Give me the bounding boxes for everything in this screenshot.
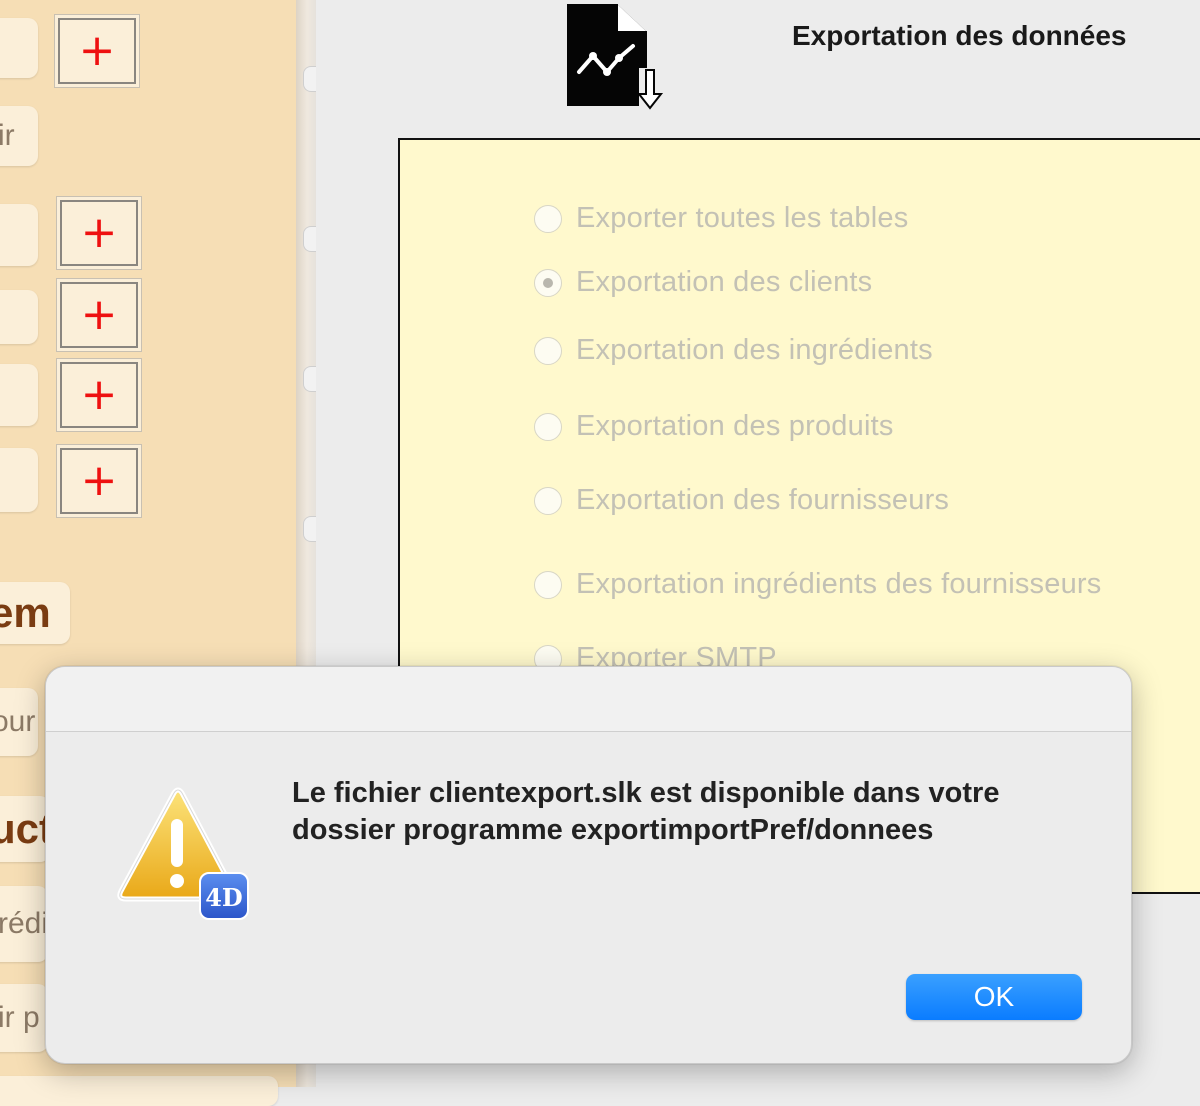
radio-option-clients[interactable]: Exportation des clients (534, 266, 872, 299)
radio-option-supplier-ingredients[interactable]: Exportation ingrédients des fournisseurs (534, 568, 1101, 601)
radio-label: Exportation des fournisseurs (576, 484, 950, 516)
dialog-titlebar (46, 667, 1131, 732)
radio-button[interactable] (534, 486, 562, 515)
add-button[interactable]: + (56, 278, 142, 352)
ok-button[interactable]: OK (906, 974, 1082, 1020)
sidebar-pill[interactable]: ir p (0, 984, 48, 1052)
radio-button[interactable] (534, 204, 562, 233)
warning-4d-icon: 4D (117, 787, 249, 920)
sidebar-pill[interactable]: rédi (0, 886, 48, 962)
radio-label: Exportation ingrédients des fournisseurs (576, 568, 1102, 600)
radio-option-ingredients[interactable]: Exportation des ingrédients (534, 334, 933, 367)
sidebar-pill[interactable] (0, 204, 38, 266)
add-button[interactable]: + (54, 14, 140, 88)
radio-option-all-tables[interactable]: Exporter toutes les tables (534, 202, 908, 235)
sidebar-pill[interactable] (0, 18, 38, 78)
radio-label: Exportation des ingrédients (576, 334, 933, 366)
badge-text: 4D (205, 883, 243, 912)
plus-icon: + (80, 207, 118, 258)
radio-button-selected[interactable] (534, 268, 562, 297)
radio-label: Exporter toutes les tables (576, 202, 909, 234)
plus-icon: + (80, 369, 118, 420)
radio-label: Exportation des clients (576, 266, 873, 298)
dialog-message: Le fichier clientexport.slk est disponib… (292, 775, 1092, 849)
radio-option-suppliers[interactable]: Exportation des fournisseurs (534, 484, 949, 517)
sidebar-pill[interactable]: ir (0, 106, 38, 166)
sidebar-pill[interactable] (0, 290, 38, 344)
sidebar-pill[interactable] (0, 1076, 278, 1106)
radio-button[interactable] (534, 336, 562, 365)
add-button[interactable]: + (56, 444, 142, 518)
radio-label: Exportation des produits (576, 410, 894, 442)
sidebar-pill[interactable] (0, 364, 38, 426)
sidebar-pill[interactable]: our (0, 688, 38, 756)
sidebar-section-button[interactable]: uct (0, 796, 50, 862)
chart-export-document-icon (567, 4, 664, 110)
alert-dialog: 4D Le fichier clientexport.slk est dispo… (45, 666, 1132, 1064)
plus-icon: + (80, 455, 118, 506)
add-button[interactable]: + (56, 358, 142, 432)
dialog-message-line: Le fichier clientexport.slk est disponib… (292, 777, 1000, 809)
radio-option-products[interactable]: Exportation des produits (534, 410, 894, 443)
sidebar-pill[interactable] (0, 448, 38, 512)
radio-button[interactable] (534, 570, 562, 599)
page-title: Exportation des données (792, 20, 1127, 51)
sidebar-section-button[interactable]: em (0, 582, 70, 644)
dialog-message-line: dossier programme exportimportPref/donne… (292, 814, 934, 846)
add-button[interactable]: + (56, 196, 142, 270)
radio-button[interactable] (534, 412, 562, 441)
plus-icon: + (80, 289, 118, 340)
plus-icon: + (78, 25, 116, 76)
